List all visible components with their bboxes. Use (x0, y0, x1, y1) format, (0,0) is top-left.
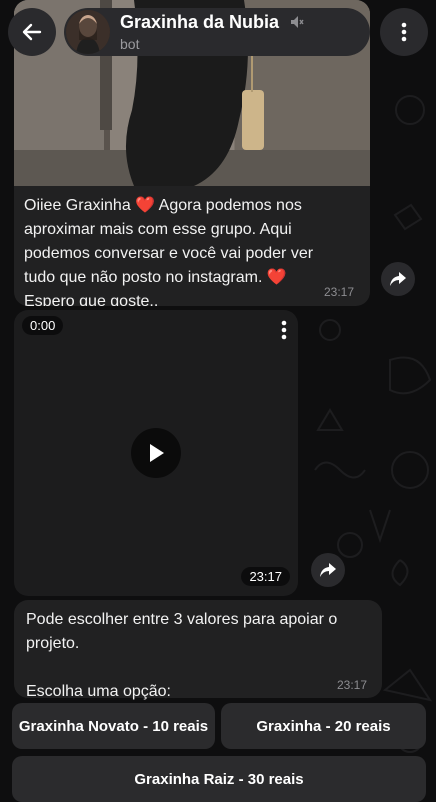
chat-title-bar[interactable]: Graxinha da Nubia bot (64, 8, 370, 56)
message-line: Oiiee Graxinha ❤️ Agora podemos nos (24, 197, 302, 214)
chat-name: Graxinha da Nubia (120, 12, 280, 32)
share-arrow-icon (390, 272, 406, 286)
arrow-left-icon (22, 23, 42, 41)
more-vertical-icon (281, 320, 287, 340)
back-button[interactable] (8, 8, 56, 56)
message-text: Oiiee Graxinha ❤️ Agora podemos nos apro… (24, 194, 313, 306)
message-line: Espero que goste.. (24, 293, 159, 306)
chat-subtitle: bot (120, 36, 140, 52)
avatar-image (66, 10, 110, 54)
message-line: Escolha uma opção: (26, 683, 171, 700)
message-line: Pode escolher entre 3 valores para apoia… (26, 611, 338, 628)
video-menu-button[interactable] (276, 318, 292, 342)
message-time: 23:17 (324, 285, 355, 299)
message-time: 23:17 (337, 678, 368, 692)
message-time: 23:17 (241, 567, 290, 586)
message-line: podemos conversar e você vai poder ver (24, 245, 314, 262)
message-line: tudo que não posto no instagram. ❤️ (24, 269, 287, 286)
message-text: Pode escolher entre 3 valores para apoia… (26, 608, 337, 704)
muted-speaker-icon (290, 15, 304, 34)
play-icon (150, 444, 164, 462)
video-duration: 0:00 (22, 316, 64, 335)
share-button[interactable] (381, 262, 415, 296)
share-arrow-icon (320, 563, 336, 577)
option-button-novato[interactable]: Graxinha Novato - 10 reais (12, 703, 215, 749)
avatar[interactable] (66, 10, 110, 54)
message-line: aproximar mais com esse grupo. Aqui (24, 221, 292, 238)
play-button[interactable] (131, 428, 181, 478)
chat-header: Graxinha da Nubia bot (0, 0, 436, 64)
chat-menu-button[interactable] (380, 8, 428, 56)
share-button[interactable] (311, 553, 345, 587)
more-vertical-icon (401, 22, 407, 42)
message-line: projeto. (26, 635, 80, 652)
option-button-raiz[interactable]: Graxinha Raiz - 30 reais (12, 756, 426, 802)
option-button-graxinha[interactable]: Graxinha - 20 reais (221, 703, 426, 749)
message-text-bubble[interactable]: Pode escolher entre 3 valores para apoia… (14, 600, 382, 700)
message-video[interactable]: 0:00 23:17 (14, 310, 298, 596)
